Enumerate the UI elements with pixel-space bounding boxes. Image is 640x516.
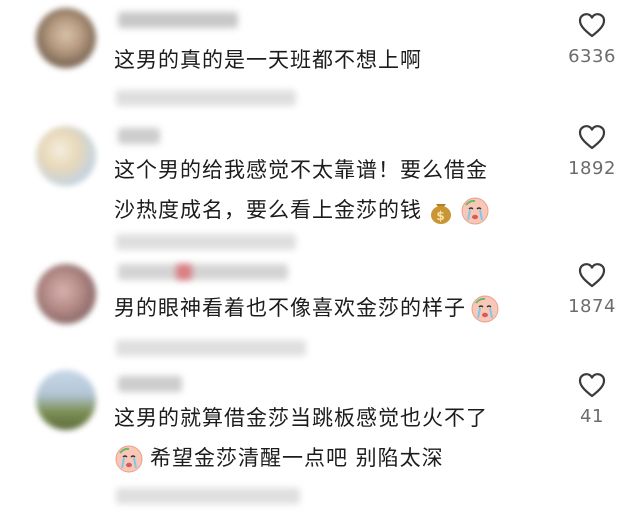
- like-count: 41: [580, 406, 604, 427]
- username-blurred[interactable]: [118, 128, 160, 144]
- money-bag-emoji: $: [431, 204, 451, 224]
- like-count: 6336: [568, 46, 616, 67]
- crying-face-emoji: [115, 445, 143, 473]
- badge-blurred: [176, 264, 192, 280]
- heart-outline-icon[interactable]: [578, 372, 606, 398]
- crying-face-emoji: [461, 197, 489, 225]
- like-control[interactable]: 1892: [556, 124, 628, 179]
- avatar[interactable]: [36, 370, 96, 430]
- like-count: 1892: [568, 158, 616, 179]
- username-blurred[interactable]: [118, 264, 288, 280]
- like-count: 1874: [568, 296, 616, 317]
- comment-text: 这男的真的是一天班都不想上啊: [114, 48, 422, 72]
- avatar[interactable]: [36, 8, 96, 68]
- like-control[interactable]: 6336: [556, 12, 628, 67]
- comment-meta-blurred: [116, 234, 296, 250]
- heart-outline-icon[interactable]: [578, 12, 606, 38]
- comment-text: 男的眼神看着也不像喜欢金莎的样子: [114, 288, 500, 328]
- username-blurred[interactable]: [118, 12, 238, 28]
- comment-meta-blurred: [116, 340, 306, 356]
- avatar[interactable]: [36, 264, 96, 324]
- crying-face-emoji: [471, 295, 499, 323]
- comment-text: 这个男的给我感觉不太靠谱！要么借金 沙热度成名，要么看上金莎的钱 $: [114, 150, 490, 230]
- avatar[interactable]: [36, 126, 96, 186]
- comment-meta-blurred: [116, 90, 296, 106]
- svg-text:$: $: [436, 209, 445, 223]
- heart-outline-icon[interactable]: [578, 124, 606, 150]
- like-control[interactable]: 1874: [556, 262, 628, 317]
- heart-outline-icon[interactable]: [578, 262, 606, 288]
- comment-text: 这男的就算借金莎当跳板感觉也火不了 希望金莎清醒一点吧 别陷太深: [114, 398, 488, 478]
- comment-meta-blurred: [116, 488, 300, 504]
- username-blurred[interactable]: [118, 376, 182, 392]
- like-control[interactable]: 41: [556, 372, 628, 427]
